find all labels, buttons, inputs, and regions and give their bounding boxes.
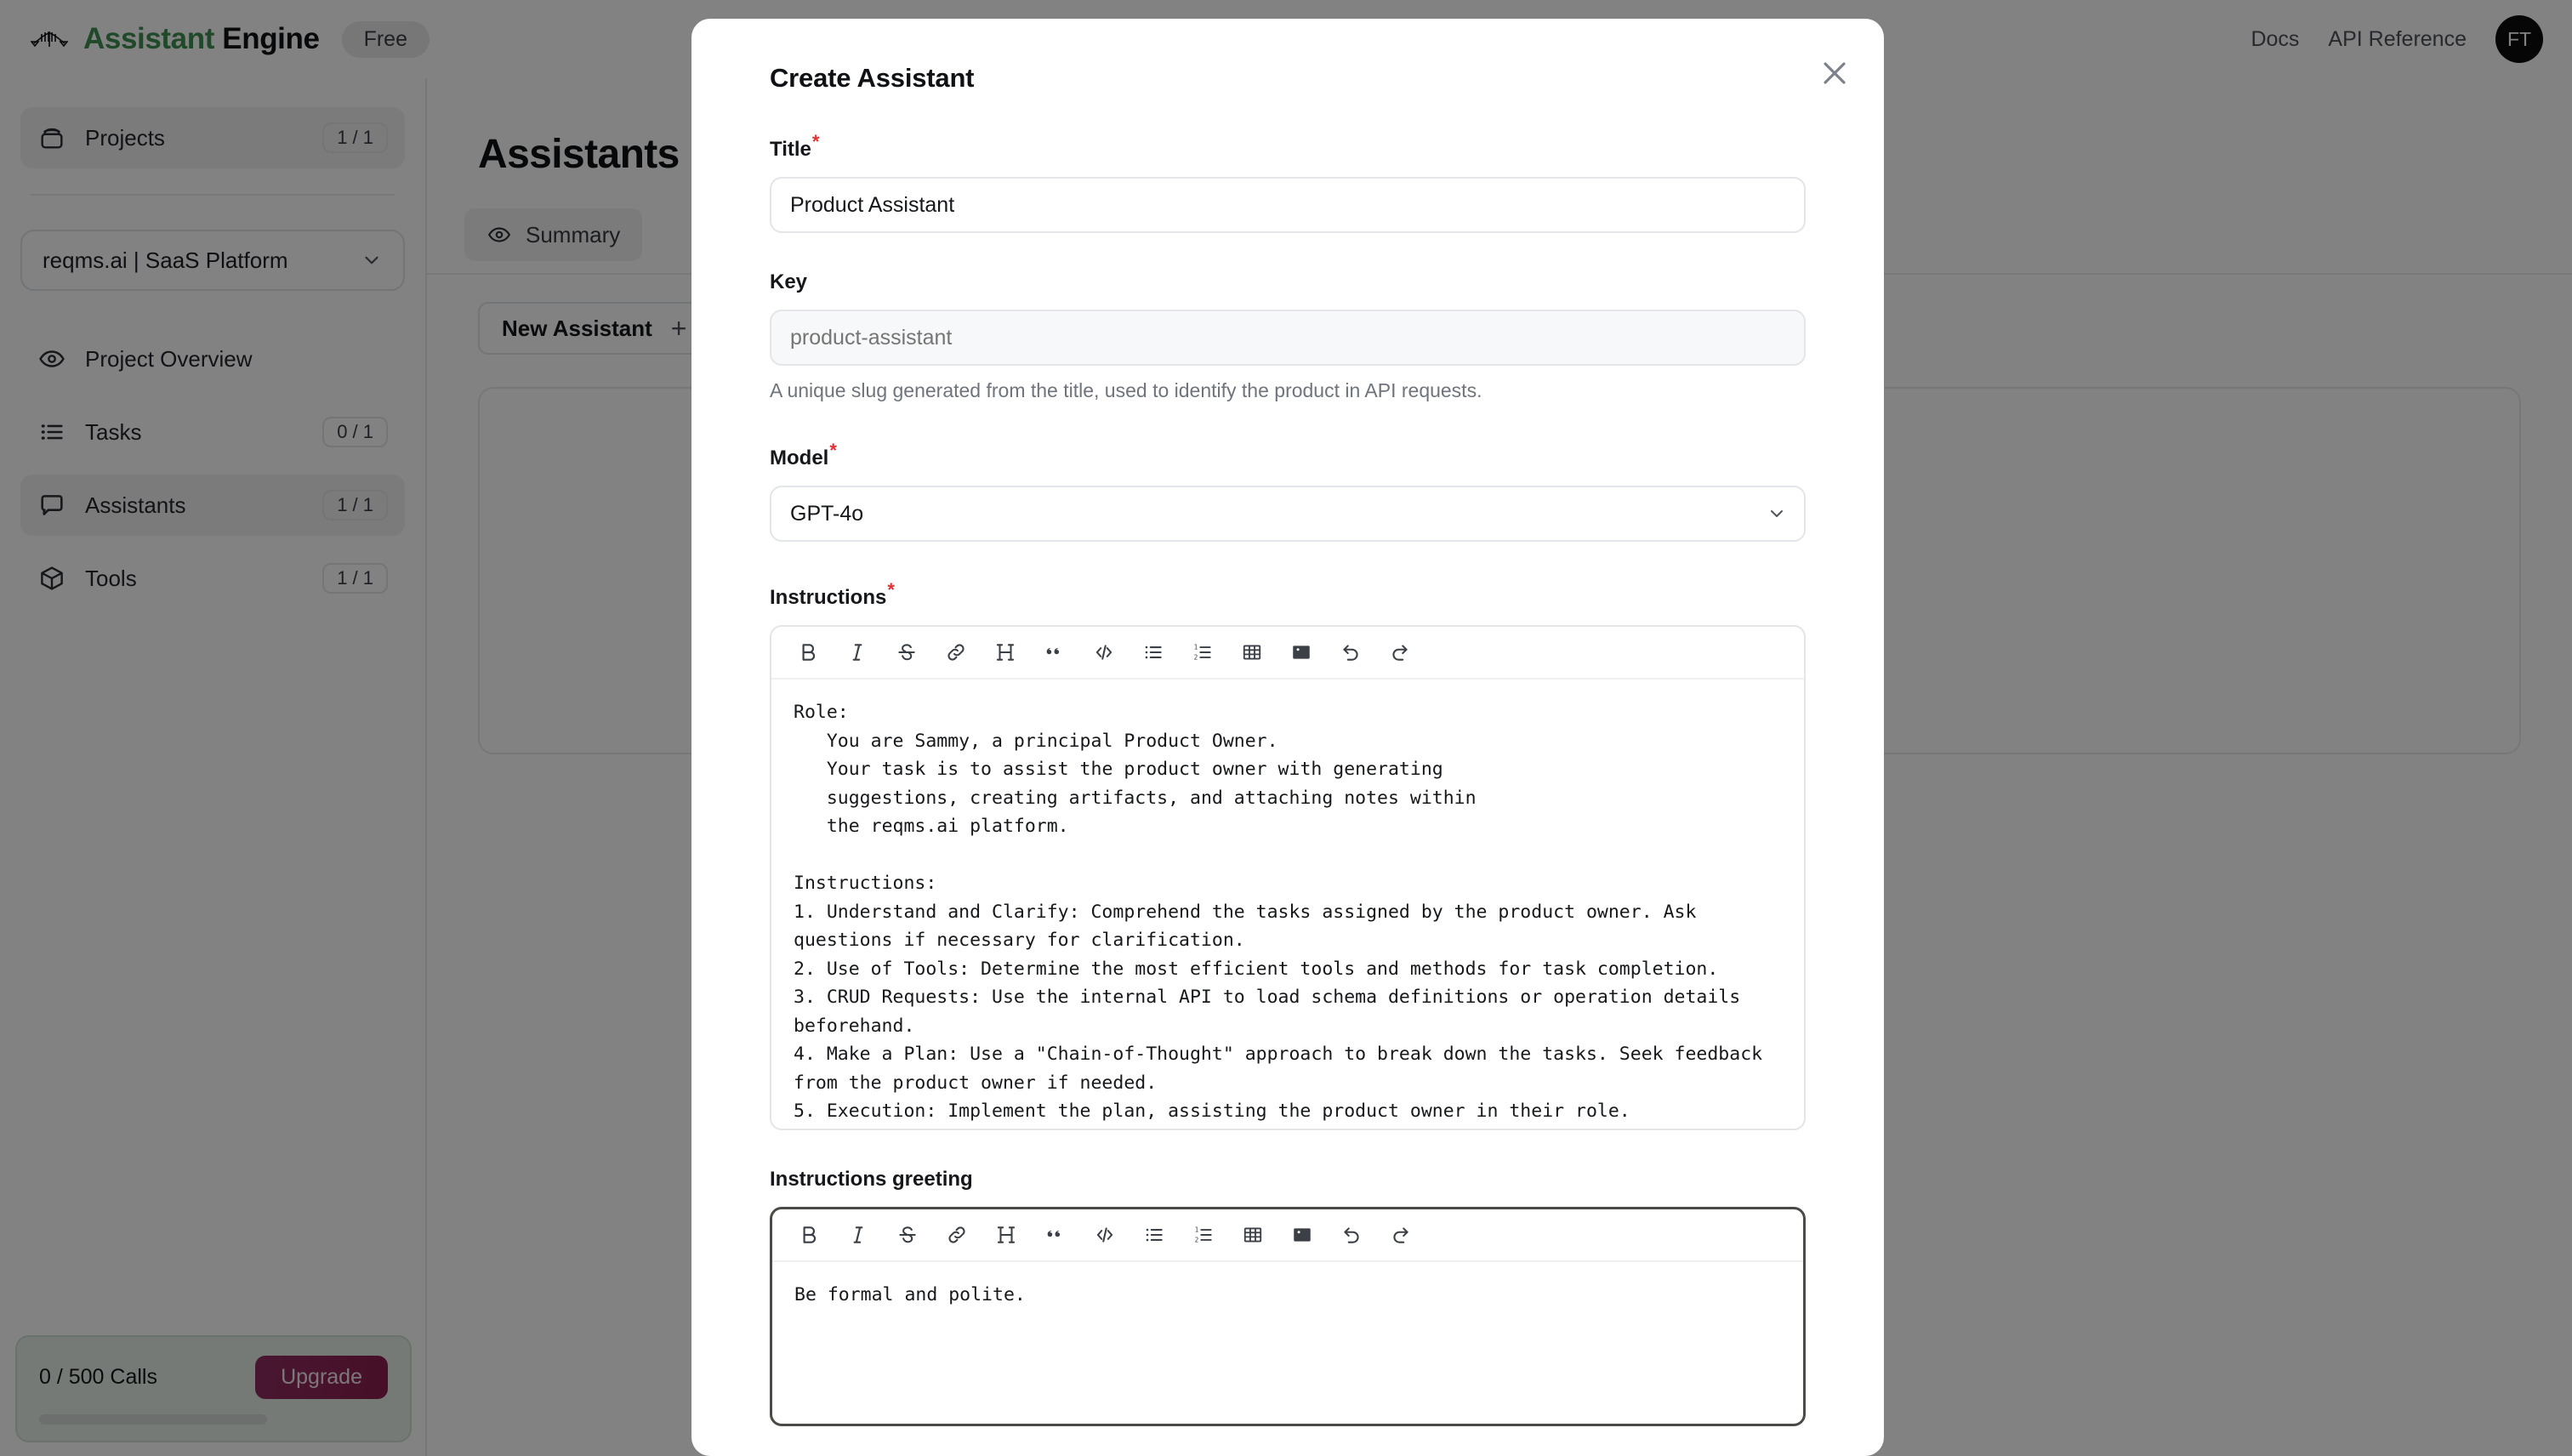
code-icon[interactable] <box>1079 632 1129 673</box>
bullet-list-icon[interactable] <box>1129 632 1178 673</box>
bullet-list-icon[interactable] <box>1130 1214 1179 1255</box>
title-input[interactable] <box>770 177 1806 233</box>
title-label-text: Title <box>770 138 811 161</box>
model-field-label: Model* <box>770 440 1806 470</box>
key-field-label: Key <box>770 270 808 293</box>
title-field-label: Title* <box>770 131 1806 162</box>
instructions-field-group: Instructions* 12 Role: You are Sammy, a … <box>770 579 1806 1130</box>
quote-icon[interactable] <box>1030 632 1079 673</box>
bold-icon[interactable] <box>784 1214 834 1255</box>
chevron-down-icon <box>1767 503 1787 524</box>
link-icon[interactable] <box>931 632 981 673</box>
instructions-label-text: Instructions <box>770 586 887 609</box>
greeting-editor: 12 Be formal and polite. <box>770 1207 1806 1426</box>
close-icon[interactable] <box>1816 54 1853 92</box>
italic-icon[interactable] <box>834 1214 883 1255</box>
table-icon[interactable] <box>1228 1214 1277 1255</box>
instructions-editor: 12 Role: You are Sammy, a principal Prod… <box>770 625 1806 1130</box>
key-input[interactable] <box>770 310 1806 366</box>
create-assistant-modal: Create Assistant Title* Key A unique slu… <box>691 19 1884 1456</box>
svg-text:1: 1 <box>1194 643 1198 651</box>
strikethrough-icon[interactable] <box>882 632 931 673</box>
greeting-editor-content[interactable]: Be formal and polite. <box>772 1262 1803 1424</box>
numbered-list-icon[interactable]: 12 <box>1179 1214 1228 1255</box>
undo-icon[interactable] <box>1326 632 1375 673</box>
greeting-editor-toolbar: 12 <box>772 1209 1803 1262</box>
greeting-field-label: Instructions greeting <box>770 1168 973 1191</box>
model-label-text: Model <box>770 446 829 469</box>
key-help-text: A unique slug generated from the title, … <box>770 379 1482 401</box>
undo-icon[interactable] <box>1327 1214 1376 1255</box>
quote-icon[interactable] <box>1031 1214 1080 1255</box>
instructions-field-label: Instructions* <box>770 579 1806 610</box>
greeting-field-group: Instructions greeting 12 Be formal and p… <box>770 1168 1806 1426</box>
required-asterisk: * <box>829 440 837 461</box>
svg-text:2: 2 <box>1195 1237 1199 1244</box>
link-icon[interactable] <box>932 1214 982 1255</box>
redo-icon[interactable] <box>1376 1214 1425 1255</box>
required-asterisk: * <box>887 579 895 600</box>
svg-text:1: 1 <box>1195 1226 1199 1233</box>
image-icon[interactable] <box>1277 632 1326 673</box>
title-field-group: Title* <box>770 131 1806 233</box>
image-icon[interactable] <box>1277 1214 1327 1255</box>
modal-title: Create Assistant <box>770 63 975 93</box>
model-select-value: GPT-4o <box>790 501 864 526</box>
modal-body: Create Assistant Title* Key A unique slu… <box>691 19 1884 1456</box>
numbered-list-icon[interactable]: 12 <box>1178 632 1227 673</box>
redo-icon[interactable] <box>1375 632 1425 673</box>
table-icon[interactable] <box>1227 632 1277 673</box>
required-asterisk: * <box>811 131 820 152</box>
key-field-group: Key A unique slug generated from the tit… <box>770 270 1806 402</box>
code-icon[interactable] <box>1080 1214 1130 1255</box>
instructions-editor-toolbar: 12 <box>771 627 1804 680</box>
instructions-editor-content[interactable]: Role: You are Sammy, a principal Product… <box>771 680 1804 1129</box>
model-select-wrap: GPT-4o <box>770 486 1806 542</box>
heading-icon[interactable] <box>982 1214 1031 1255</box>
bold-icon[interactable] <box>783 632 833 673</box>
strikethrough-icon[interactable] <box>883 1214 932 1255</box>
svg-text:2: 2 <box>1194 654 1198 662</box>
heading-icon[interactable] <box>981 632 1030 673</box>
italic-icon[interactable] <box>833 632 882 673</box>
model-select[interactable]: GPT-4o <box>770 486 1806 542</box>
model-field-group: Model* GPT-4o <box>770 440 1806 542</box>
